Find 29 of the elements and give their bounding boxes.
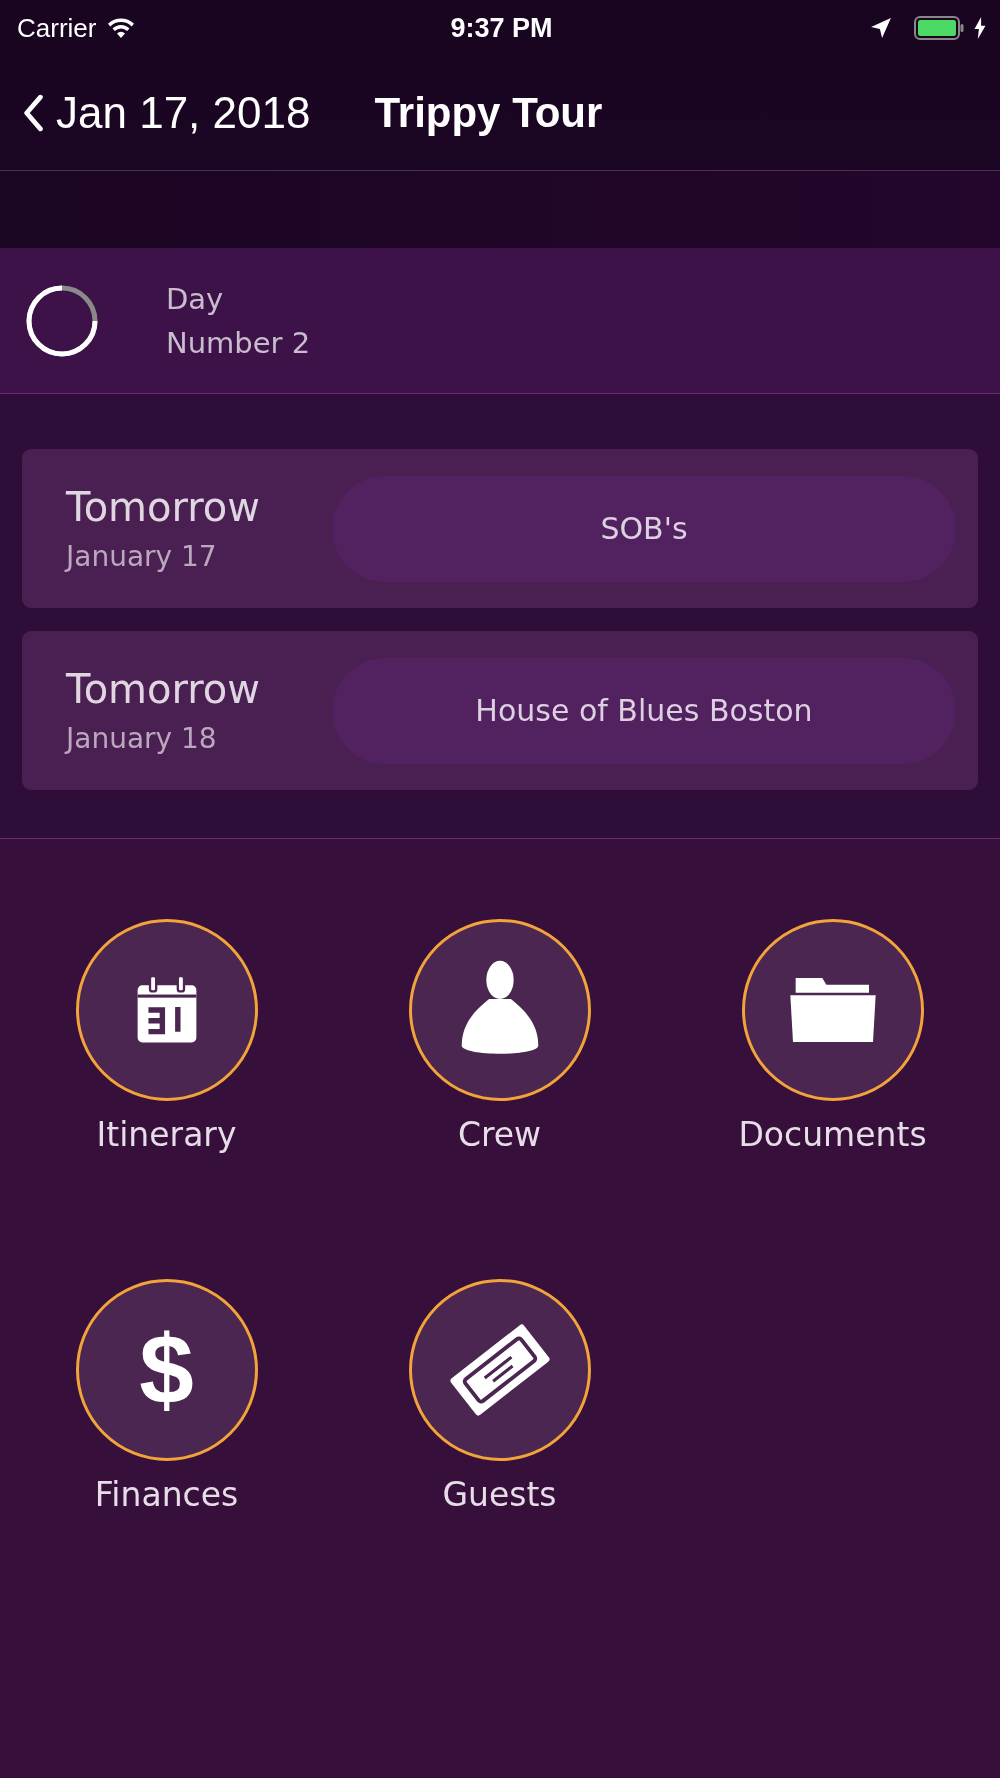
day-label: Day — [166, 281, 225, 316]
event-date: January 17 — [66, 540, 218, 573]
day-number: Number 2 — [166, 325, 311, 360]
event-day: Tomorrow — [66, 666, 332, 712]
carrier-label: Carrier — [17, 12, 97, 44]
battery-icon — [914, 16, 964, 40]
location-arrow-icon — [870, 17, 892, 39]
menu-label: Finances — [94, 1475, 239, 1514]
ring-icon — [26, 284, 98, 357]
menu-label: Crew — [457, 1115, 542, 1154]
menu-button[interactable]: $ — [75, 1279, 258, 1461]
dollar-sign: $ — [139, 1321, 194, 1419]
venue-pill[interactable]: House of Blues Boston — [332, 657, 956, 764]
screen-title: Trippy Tour — [374, 89, 603, 137]
calendar-icon — [135, 976, 198, 1044]
event-date: January 18 — [66, 722, 218, 755]
venue-pill[interactable]: SOB's — [332, 475, 956, 582]
event-day: Tomorrow — [66, 484, 332, 530]
event-card[interactable]: Tomorrow January 18 House of Blues Boston — [22, 631, 978, 790]
menu-label: Documents — [738, 1115, 927, 1154]
menu-label: Itinerary — [96, 1115, 237, 1154]
charging-bolt-icon — [974, 17, 986, 39]
event-card[interactable]: Tomorrow January 17 SOB's — [22, 449, 978, 608]
menu-label: Guests — [442, 1475, 557, 1514]
wifi-icon — [106, 17, 137, 39]
clock-time: 9:37 PM — [450, 12, 553, 44]
back-button[interactable]: Jan 17, 2018 — [0, 88, 311, 138]
folder-icon — [789, 978, 876, 1042]
chevron-left-icon — [22, 94, 44, 132]
